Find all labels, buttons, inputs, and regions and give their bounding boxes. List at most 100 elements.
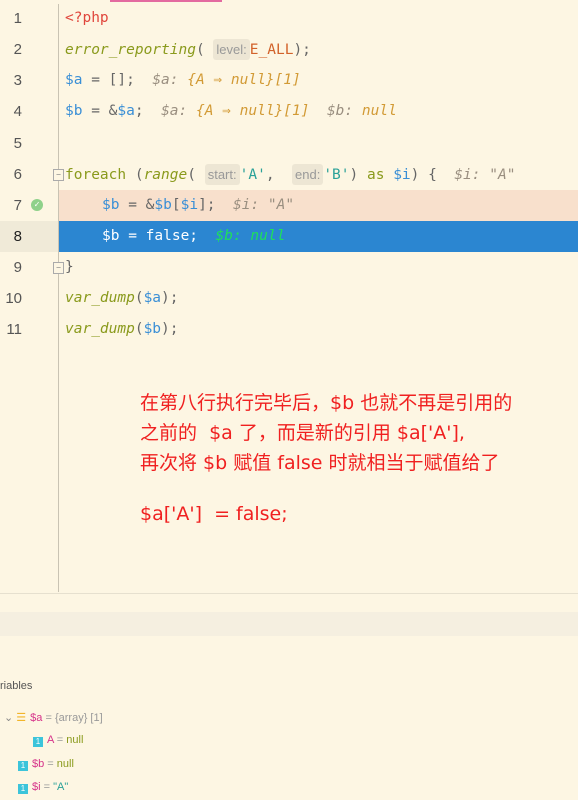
punct: ) { xyxy=(410,167,455,183)
line-number: 4 xyxy=(13,103,22,120)
var-name: $b xyxy=(32,758,45,770)
variable: $i xyxy=(384,167,411,183)
code-line-8-current[interactable]: 8 $b = false; $b: null xyxy=(0,221,578,252)
var-name: $a xyxy=(30,712,43,724)
line-number: 6 xyxy=(13,166,22,183)
variable: $a xyxy=(65,72,83,88)
function-name: range xyxy=(143,167,188,183)
variable: $a xyxy=(143,290,162,306)
debug-value: {A ⇒ null}[1] xyxy=(187,72,301,88)
debug-hint: $b: null xyxy=(215,228,286,244)
punct: ( xyxy=(134,290,144,306)
gutter-line-7: 7 ✓ xyxy=(0,190,58,221)
punct: ]; xyxy=(198,197,233,213)
debug-hint: $a: xyxy=(161,103,196,119)
punct: ( xyxy=(187,167,196,183)
param-hint: start: xyxy=(204,164,240,185)
debug-hint: $b: xyxy=(309,103,362,119)
variable-row-b[interactable]: 1 $b = null xyxy=(18,758,74,771)
variable: $i xyxy=(180,197,199,213)
debug-hint: $a: xyxy=(152,72,188,88)
fold-end-icon[interactable]: − xyxy=(53,262,64,274)
code-line-1[interactable]: 1 <?php xyxy=(0,3,578,34)
line-number: 7 xyxy=(13,197,22,214)
line-number: 8 xyxy=(13,228,22,245)
code-text: } xyxy=(65,259,74,275)
variable-row-i[interactable]: 1 $i = "A" xyxy=(18,781,68,794)
code-line-5[interactable]: 5 xyxy=(0,128,578,159)
keyword: as xyxy=(367,167,385,183)
code-line-6[interactable]: 6 − foreach (range( start: 'A', end: 'B') as… xyxy=(0,159,578,190)
line-number: 11 xyxy=(6,321,22,338)
variable: $b xyxy=(154,197,172,213)
variable-row-a[interactable]: ⌄ ☰ $a = {array} [1] xyxy=(4,711,103,724)
punct: , xyxy=(265,167,293,183)
debug-toolbar xyxy=(0,612,578,636)
var-eq: = xyxy=(44,758,57,770)
punct: ); xyxy=(161,290,179,306)
param-hint: level: xyxy=(213,39,250,60)
function-name: var_dump xyxy=(65,321,135,337)
code-line-4[interactable]: 4 $b = &$a; $a: {A ⇒ null}[1] $b: null xyxy=(0,96,578,127)
primitive-icon: 1 xyxy=(18,761,28,771)
line-number: 1 xyxy=(13,10,22,27)
line-number: 2 xyxy=(13,41,22,58)
code-line-2[interactable]: 2 error_reporting( level: E_ALL); xyxy=(0,34,578,65)
punct: ( xyxy=(134,321,144,337)
variables-title: riables xyxy=(0,680,33,692)
code-text: ; xyxy=(134,103,162,119)
punct: ); xyxy=(161,321,179,337)
primitive-icon: 1 xyxy=(33,737,43,747)
param-hint: end: xyxy=(292,164,324,185)
punct: ( xyxy=(195,42,205,58)
code-line-3[interactable]: 3 $a = []; $a: {A ⇒ null}[1] xyxy=(0,65,578,96)
variable: $b xyxy=(143,321,162,337)
variable: $b xyxy=(65,103,83,119)
var-value: {array} [1] xyxy=(54,712,103,724)
chevron-down-icon[interactable]: ⌄ xyxy=(4,712,16,724)
variable: $b xyxy=(102,197,120,213)
keyword: foreach xyxy=(65,167,127,183)
var-name: A xyxy=(47,734,54,746)
annotation-line-4: $a['A'] = false; xyxy=(140,503,288,525)
var-eq: = xyxy=(42,712,55,724)
line-number: 5 xyxy=(13,135,22,152)
code-line-7-breakpoint[interactable]: $b = &$b[$i]; $i: "A" xyxy=(59,190,578,221)
code-text: = & xyxy=(119,197,155,213)
debug-value: {A ⇒ null}[1] xyxy=(195,103,310,119)
string: 'B' xyxy=(323,167,350,183)
line-number: 9 xyxy=(13,259,22,276)
punct: ( xyxy=(126,167,144,183)
annotation-line-1: 在第八行执行完毕后，$b 也就不再是引用的 xyxy=(140,392,513,414)
punct: [ xyxy=(171,197,181,213)
code-line-11[interactable]: 11 var_dump($b); xyxy=(0,314,578,345)
code-text: = & xyxy=(82,103,118,119)
annotation-line-2: 之前的 $a 了，而是新的引用 $a['A'], xyxy=(140,422,465,444)
active-tab-indicator xyxy=(110,0,222,2)
function-name: var_dump xyxy=(65,290,135,306)
panel-divider[interactable] xyxy=(0,593,578,594)
array-icon: ☰ xyxy=(16,712,27,724)
var-name: $i xyxy=(32,781,41,793)
primitive-icon: 1 xyxy=(18,784,28,794)
string: 'A' xyxy=(239,167,266,183)
punct: ) xyxy=(349,167,367,183)
punct: ); xyxy=(293,42,311,58)
debug-hint: $i: "A" xyxy=(232,197,295,213)
code-line-9[interactable]: 9 −} xyxy=(0,252,578,283)
code-text: = []; xyxy=(82,72,153,88)
debug-hint: $i: "A" xyxy=(454,167,516,183)
var-value: "A" xyxy=(53,781,69,793)
breakpoint-check-icon[interactable]: ✓ xyxy=(31,199,43,211)
fold-icon[interactable]: − xyxy=(53,169,64,181)
line-number: 3 xyxy=(13,72,22,89)
annotation-line-3: 再次将 $b 赋值 false 时就相当于赋值给了 xyxy=(140,452,500,474)
constant: E_ALL xyxy=(249,42,294,58)
variable-row-A[interactable]: 1A = null xyxy=(33,734,83,747)
var-eq: = xyxy=(53,734,67,746)
code-line-10[interactable]: 10 var_dump($a); xyxy=(0,283,578,314)
var-value: null xyxy=(56,758,74,770)
var-value: null xyxy=(66,734,84,746)
line-number: 10 xyxy=(5,290,22,307)
php-open-tag: <?php xyxy=(65,10,109,26)
